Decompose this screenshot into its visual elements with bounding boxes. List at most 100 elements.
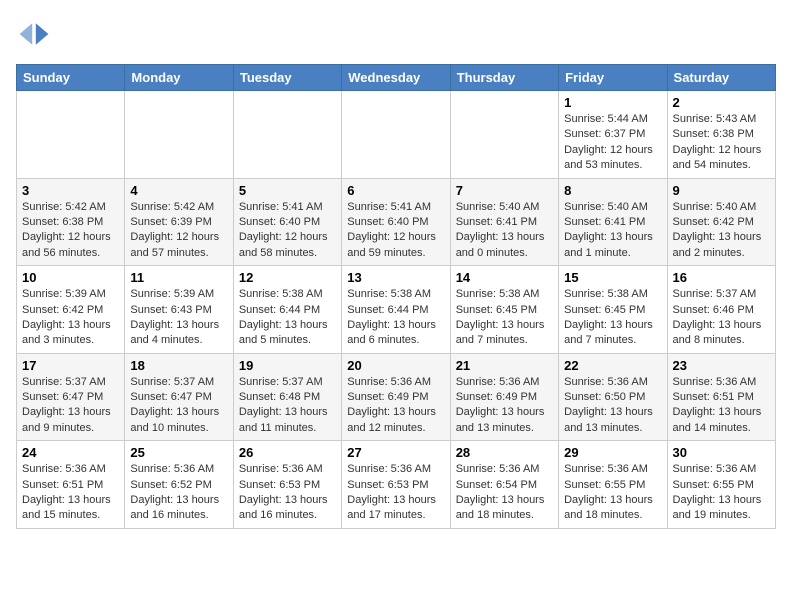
calendar-cell: 29 Sunrise: 5:36 AMSunset: 6:55 PMDayligh…: [559, 441, 667, 529]
calendar-cell: 13 Sunrise: 5:38 AMSunset: 6:44 PMDayligh…: [342, 266, 450, 354]
weekday-header: Friday: [559, 65, 667, 91]
calendar-cell: 9Sunrise: 5:40 AMSunset: 6:42 PMDaylight…: [667, 178, 775, 266]
day-info: Sunrise: 5:38 AMSunset: 6:44 PMDaylight:…: [347, 287, 444, 349]
calendar-cell: 8Sunrise: 5:40 AMSunset: 6:41 PMDaylight…: [559, 178, 667, 266]
calendar-cell: [125, 91, 233, 179]
calendar-week-row: 24 Sunrise: 5:36 AMSunset: 6:51 PMDayligh…: [17, 441, 776, 529]
day-number: 4: [130, 183, 227, 198]
day-number: 19: [239, 358, 336, 373]
day-info: Sunrise: 5:36 AMSunset: 6:54 PMDaylight:…: [456, 462, 553, 524]
day-number: 25: [130, 445, 227, 460]
calendar-cell: 19Sunrise: 5:37 AMSunset: 6:48 PMDayligh…: [233, 353, 341, 441]
calendar-cell: 28 Sunrise: 5:36 AMSunset: 6:54 PMDayligh…: [450, 441, 558, 529]
day-info: Sunrise: 5:41 AMSunset: 6:40 PMDaylight:…: [239, 200, 336, 262]
calendar-cell: 15 Sunrise: 5:38 AMSunset: 6:45 PMDayligh…: [559, 266, 667, 354]
day-info: Sunrise: 5:38 AMSunset: 6:45 PMDaylight:…: [456, 287, 553, 349]
day-info: Sunrise: 5:36 AMSunset: 6:50 PMDaylight:…: [564, 375, 661, 437]
day-number: 5: [239, 183, 336, 198]
day-number: 6: [347, 183, 444, 198]
calendar-cell: [17, 91, 125, 179]
day-number: 22: [564, 358, 661, 373]
calendar-cell: 11 Sunrise: 5:39 AMSunset: 6:43 PMDayligh…: [125, 266, 233, 354]
calendar-cell: [233, 91, 341, 179]
calendar-cell: 14 Sunrise: 5:38 AMSunset: 6:45 PMDayligh…: [450, 266, 558, 354]
logo-icon: [16, 16, 52, 52]
day-number: 14: [456, 270, 553, 285]
day-number: 10: [22, 270, 119, 285]
weekday-header: Monday: [125, 65, 233, 91]
calendar-cell: 4 Sunrise: 5:42 AMSunset: 6:39 PMDaylight…: [125, 178, 233, 266]
day-info: Sunrise: 5:36 AMSunset: 6:49 PMDaylight:…: [347, 375, 444, 437]
day-number: 3: [22, 183, 119, 198]
calendar-cell: 5 Sunrise: 5:41 AMSunset: 6:40 PMDaylight…: [233, 178, 341, 266]
weekday-header: Sunday: [17, 65, 125, 91]
day-number: 13: [347, 270, 444, 285]
calendar-cell: 24 Sunrise: 5:36 AMSunset: 6:51 PMDayligh…: [17, 441, 125, 529]
calendar-week-row: 1Sunrise: 5:44 AMSunset: 6:37 PMDaylight…: [17, 91, 776, 179]
day-info: Sunrise: 5:38 AMSunset: 6:44 PMDaylight:…: [239, 287, 336, 349]
day-number: 24: [22, 445, 119, 460]
day-info: Sunrise: 5:36 AMSunset: 6:49 PMDaylight:…: [456, 375, 553, 437]
day-info: Sunrise: 5:38 AMSunset: 6:45 PMDaylight:…: [564, 287, 661, 349]
day-number: 26: [239, 445, 336, 460]
day-info: Sunrise: 5:40 AMSunset: 6:41 PMDaylight:…: [456, 200, 553, 262]
weekday-header: Wednesday: [342, 65, 450, 91]
day-info: Sunrise: 5:44 AMSunset: 6:37 PMDaylight:…: [564, 112, 661, 174]
day-number: 20: [347, 358, 444, 373]
day-number: 27: [347, 445, 444, 460]
day-info: Sunrise: 5:36 AMSunset: 6:52 PMDaylight:…: [130, 462, 227, 524]
day-info: Sunrise: 5:39 AMSunset: 6:42 PMDaylight:…: [22, 287, 119, 349]
day-number: 29: [564, 445, 661, 460]
day-number: 12: [239, 270, 336, 285]
weekday-header: Saturday: [667, 65, 775, 91]
calendar-cell: 16 Sunrise: 5:37 AMSunset: 6:46 PMDayligh…: [667, 266, 775, 354]
day-number: 11: [130, 270, 227, 285]
day-info: Sunrise: 5:42 AMSunset: 6:39 PMDaylight:…: [130, 200, 227, 262]
day-info: Sunrise: 5:37 AMSunset: 6:47 PMDaylight:…: [22, 375, 119, 437]
day-number: 18: [130, 358, 227, 373]
calendar-cell: 30Sunrise: 5:36 AMSunset: 6:55 PMDayligh…: [667, 441, 775, 529]
day-info: Sunrise: 5:40 AMSunset: 6:41 PMDaylight:…: [564, 200, 661, 262]
day-number: 28: [456, 445, 553, 460]
calendar-cell: 17 Sunrise: 5:37 AMSunset: 6:47 PMDayligh…: [17, 353, 125, 441]
calendar-cell: 18 Sunrise: 5:37 AMSunset: 6:47 PMDayligh…: [125, 353, 233, 441]
day-number: 9: [673, 183, 770, 198]
day-info: Sunrise: 5:36 AMSunset: 6:53 PMDaylight:…: [239, 462, 336, 524]
calendar-cell: 27 Sunrise: 5:36 AMSunset: 6:53 PMDayligh…: [342, 441, 450, 529]
day-info: Sunrise: 5:36 AMSunset: 6:51 PMDaylight:…: [22, 462, 119, 524]
weekday-header: Thursday: [450, 65, 558, 91]
calendar-cell: 23 Sunrise: 5:36 AMSunset: 6:51 PMDayligh…: [667, 353, 775, 441]
day-info: Sunrise: 5:39 AMSunset: 6:43 PMDaylight:…: [130, 287, 227, 349]
day-number: 23: [673, 358, 770, 373]
day-info: Sunrise: 5:42 AMSunset: 6:38 PMDaylight:…: [22, 200, 119, 262]
page-header: [16, 16, 776, 52]
day-info: Sunrise: 5:36 AMSunset: 6:51 PMDaylight:…: [673, 375, 770, 437]
calendar-cell: 6 Sunrise: 5:41 AMSunset: 6:40 PMDaylight…: [342, 178, 450, 266]
logo: [16, 16, 56, 52]
calendar-cell: 1Sunrise: 5:44 AMSunset: 6:37 PMDaylight…: [559, 91, 667, 179]
calendar-cell: 20 Sunrise: 5:36 AMSunset: 6:49 PMDayligh…: [342, 353, 450, 441]
calendar-week-row: 10 Sunrise: 5:39 AMSunset: 6:42 PMDayligh…: [17, 266, 776, 354]
weekday-header-row: SundayMondayTuesdayWednesdayThursdayFrid…: [17, 65, 776, 91]
day-number: 15: [564, 270, 661, 285]
day-info: Sunrise: 5:36 AMSunset: 6:53 PMDaylight:…: [347, 462, 444, 524]
calendar-cell: 26 Sunrise: 5:36 AMSunset: 6:53 PMDayligh…: [233, 441, 341, 529]
calendar-cell: [342, 91, 450, 179]
day-number: 17: [22, 358, 119, 373]
calendar-cell: 12 Sunrise: 5:38 AMSunset: 6:44 PMDayligh…: [233, 266, 341, 354]
day-number: 21: [456, 358, 553, 373]
day-info: Sunrise: 5:41 AMSunset: 6:40 PMDaylight:…: [347, 200, 444, 262]
day-number: 2: [673, 95, 770, 110]
weekday-header: Tuesday: [233, 65, 341, 91]
calendar-week-row: 3 Sunrise: 5:42 AMSunset: 6:38 PMDaylight…: [17, 178, 776, 266]
calendar-cell: 7 Sunrise: 5:40 AMSunset: 6:41 PMDaylight…: [450, 178, 558, 266]
day-number: 7: [456, 183, 553, 198]
calendar-cell: 21 Sunrise: 5:36 AMSunset: 6:49 PMDayligh…: [450, 353, 558, 441]
day-info: Sunrise: 5:36 AMSunset: 6:55 PMDaylight:…: [564, 462, 661, 524]
calendar-cell: 10 Sunrise: 5:39 AMSunset: 6:42 PMDayligh…: [17, 266, 125, 354]
calendar-cell: 22 Sunrise: 5:36 AMSunset: 6:50 PMDayligh…: [559, 353, 667, 441]
day-info: Sunrise: 5:37 AMSunset: 6:46 PMDaylight:…: [673, 287, 770, 349]
calendar-table: SundayMondayTuesdayWednesdayThursdayFrid…: [16, 64, 776, 529]
day-info: Sunrise: 5:37 AMSunset: 6:47 PMDaylight:…: [130, 375, 227, 437]
day-number: 16: [673, 270, 770, 285]
